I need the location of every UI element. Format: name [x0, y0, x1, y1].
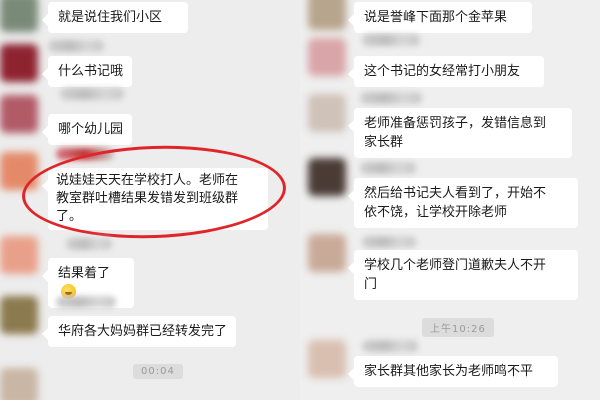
- message-bubble: 什么书记哦: [42, 56, 132, 87]
- sender-name: [56, 296, 116, 308]
- avatar[interactable]: [308, 94, 346, 132]
- sender-name: [362, 34, 420, 46]
- sender-name: [66, 238, 112, 250]
- message-bubble: 这个书记的女经常打小朋友: [348, 56, 544, 87]
- avatar[interactable]: [0, 296, 38, 334]
- message-bubble: 华府各大妈妈群已经转发完了: [42, 316, 236, 347]
- sender-name: [360, 92, 422, 104]
- avatar[interactable]: [0, 0, 38, 32]
- sender-name: [362, 340, 418, 352]
- message-bubble: 老师准备惩罚孩子，发错信息到 家长群: [348, 108, 572, 158]
- avatar[interactable]: [0, 236, 38, 274]
- avatar[interactable]: [308, 38, 346, 76]
- chat-panel-left: 就是说住我们小区 什么书记哦 哪个幼儿园 说娃娃天天在学校打人。老师在 教室群吐…: [0, 0, 300, 400]
- avatar[interactable]: [308, 0, 346, 30]
- avatar[interactable]: [308, 158, 346, 196]
- sender-name: [60, 88, 124, 100]
- avatar[interactable]: [0, 368, 38, 400]
- sender-name: [362, 236, 416, 248]
- chat-panel-right: 说是誉峰下面那个金苹果 这个书记的女经常打小朋友 老师准备惩罚孩子，发错信息到 …: [300, 0, 600, 400]
- message-bubble: 学校几个老师登门道歉夫人不开 门: [348, 250, 578, 300]
- message-bubble: 就是说住我们小区: [42, 2, 188, 33]
- message-bubble: 说是誉峰下面那个金苹果: [348, 2, 532, 33]
- message-bubble: 家长群其他家长为老师鸣不平: [348, 356, 558, 387]
- avatar[interactable]: [0, 152, 38, 190]
- avatar[interactable]: [308, 234, 346, 272]
- message-bubble-highlighted: 说娃娃天天在学校打人。老师在 教室群吐槽结果发错发到班级群 了。: [42, 168, 268, 230]
- sender-name: [360, 162, 416, 174]
- avatar[interactable]: [0, 44, 38, 82]
- avatar[interactable]: [308, 340, 346, 378]
- message-bubble: 哪个幼儿园: [42, 114, 132, 145]
- timestamp: 00:04: [133, 364, 183, 379]
- sender-name: [48, 40, 104, 52]
- sender-name: [56, 148, 114, 160]
- avatar[interactable]: [0, 95, 38, 133]
- message-bubble: 然后给书记夫人看到了，开始不 依不饶，让学校开除老师: [348, 178, 578, 228]
- timestamp: 上午10:26: [422, 318, 494, 337]
